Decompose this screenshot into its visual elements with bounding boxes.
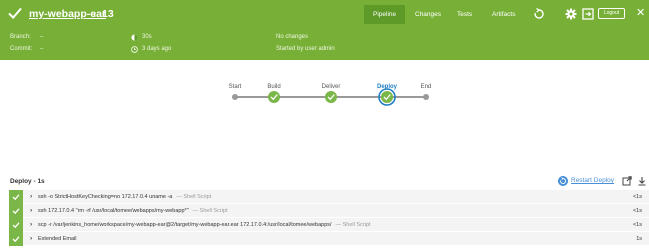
- check-icon: [12, 194, 20, 201]
- close-icon[interactable]: ✕: [636, 6, 645, 19]
- step-kind: — Shell Script: [335, 222, 371, 228]
- check-icon: [12, 208, 20, 215]
- check-icon: [12, 222, 20, 229]
- stage-label-deliver[interactable]: Deliver: [311, 84, 351, 90]
- tab-artifacts[interactable]: Artifacts: [492, 11, 515, 18]
- step-list: › ssh -o StrictHostKeyChecking=no 172.17…: [9, 190, 649, 246]
- restart-icon[interactable]: [558, 176, 568, 186]
- commit-value: –: [40, 46, 44, 52]
- step-status-success: [9, 232, 23, 246]
- stage-detail-title: Deploy - 1s: [10, 178, 45, 185]
- step-command-text: ssh -o StrictHostKeyChecking=no 172.17.0…: [38, 194, 173, 200]
- step-command: ssh -o StrictHostKeyChecking=no 172.17.0…: [38, 194, 211, 200]
- step-row[interactable]: › scp -r /var/jenkins_home/workspace/my-…: [9, 218, 649, 232]
- download-icon[interactable]: [637, 176, 647, 186]
- gear-icon[interactable]: [565, 8, 577, 20]
- stage-label-deploy[interactable]: Deploy: [367, 84, 407, 90]
- chevron-right-icon[interactable]: ›: [30, 221, 32, 228]
- chevron-right-icon[interactable]: ›: [30, 235, 32, 242]
- step-duration: <1s: [632, 222, 642, 228]
- step-duration: <1s: [632, 208, 642, 214]
- step-kind: — Shell Script: [192, 208, 228, 214]
- logout-button[interactable]: Logout: [598, 8, 625, 19]
- stage-node-start: [232, 94, 238, 100]
- started-ago: 3 days ago: [142, 46, 172, 52]
- step-row[interactable]: › Extended Email 1s: [9, 232, 649, 246]
- check-icon: [12, 236, 20, 243]
- stage-label-build[interactable]: Build: [254, 84, 294, 90]
- step-status-success: [9, 218, 23, 232]
- step-command: scp -r /var/jenkins_home/workspace/my-we…: [38, 222, 370, 228]
- step-command-text: scp -r /var/jenkins_home/workspace/my-we…: [38, 222, 332, 228]
- replay-icon[interactable]: [533, 8, 545, 20]
- step-status-success: [9, 190, 23, 204]
- commit-label: Commit:: [10, 46, 33, 52]
- open-external-icon[interactable]: [622, 176, 632, 186]
- stage-node-deliver[interactable]: [325, 91, 337, 103]
- changes-summary: No changes: [276, 34, 309, 40]
- step-kind: — Shell Script: [176, 194, 212, 200]
- tab-tests[interactable]: Tests: [457, 11, 472, 18]
- pipeline-graph-canvas: [232, 88, 429, 106]
- step-duration: 1s: [636, 236, 642, 242]
- pipeline-graph: [0, 60, 649, 170]
- chevron-left-icon[interactable]: ‹: [93, 8, 97, 20]
- branch-label: Branch:: [10, 34, 31, 40]
- step-command: ssh 172.17.0.4 "rm -rf /usr/local/tomee/…: [38, 208, 228, 214]
- chevron-right-icon[interactable]: ›: [30, 207, 32, 214]
- stage-label-end: End: [420, 84, 432, 90]
- stage-node-deploy[interactable]: [378, 88, 396, 106]
- tab-changes[interactable]: Changes: [415, 11, 441, 18]
- stage-label-start: Start: [228, 84, 242, 90]
- branch-value: –: [40, 34, 44, 40]
- duration-value: 30s: [142, 34, 152, 40]
- step-duration: <1s: [632, 194, 642, 200]
- chevron-right-icon[interactable]: ›: [30, 193, 32, 200]
- restart-stage-button[interactable]: Restart Deploy: [571, 177, 614, 184]
- clock-icon: [131, 46, 138, 53]
- step-row[interactable]: › ssh 172.17.0.4 "rm -rf /usr/local/tome…: [9, 204, 649, 218]
- top-bar: my-webapp-ear ‹ 13 Pipeline Changes Test…: [0, 0, 649, 28]
- step-command-text: ssh 172.17.0.4 "rm -rf /usr/local/tomee/…: [38, 208, 189, 214]
- step-command: Extended Email: [38, 236, 81, 242]
- step-status-success: [9, 204, 23, 218]
- exit-icon[interactable]: [582, 8, 594, 20]
- stage-node-build[interactable]: [268, 91, 280, 103]
- started-by: Started by user admin: [276, 46, 335, 52]
- run-header: my-webapp-ear ‹ 13 Pipeline Changes Test…: [0, 0, 649, 60]
- check-icon: [8, 7, 22, 19]
- run-number: 13: [102, 8, 114, 20]
- tab-pipeline[interactable]: Pipeline: [364, 5, 406, 24]
- stage-node-end: [423, 94, 429, 100]
- step-command-text: Extended Email: [38, 236, 77, 242]
- duration-icon: [131, 34, 138, 41]
- step-row[interactable]: › ssh -o StrictHostKeyChecking=no 172.17…: [9, 190, 649, 204]
